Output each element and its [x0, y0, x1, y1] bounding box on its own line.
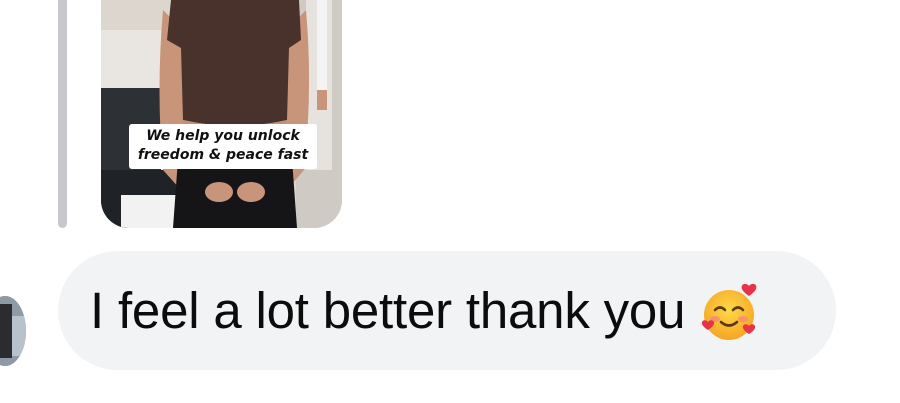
- message-bubble[interactable]: I feel a lot better thank you: [58, 251, 836, 370]
- shared-video-thumbnail[interactable]: We help you unlock freedom & peace fast: [101, 0, 342, 228]
- avatar[interactable]: [0, 296, 26, 366]
- avatar-image: [0, 296, 26, 366]
- reply-quote-bar: [58, 0, 67, 228]
- thumbnail-caption: We help you unlock freedom & peace fast: [129, 124, 317, 169]
- caption-line-2: freedom & peace fast: [137, 147, 309, 163]
- thumbnail-image: [101, 0, 342, 228]
- caption-line-1: We help you unlock: [146, 128, 300, 144]
- chat-thread: We help you unlock freedom & peace fast …: [0, 0, 900, 403]
- smiling-face-with-hearts-icon: [699, 282, 761, 344]
- message-text: I feel a lot better thank you: [90, 282, 686, 339]
